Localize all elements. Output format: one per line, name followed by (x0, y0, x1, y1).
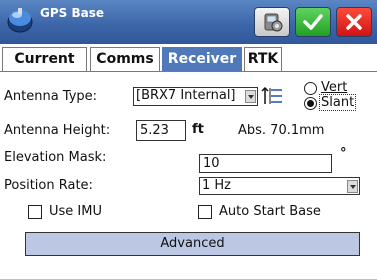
antenna-height-input[interactable]: 5.23 (136, 120, 186, 141)
gear-device-icon (264, 13, 283, 32)
tab-current[interactable]: Current (2, 47, 87, 72)
use-imu-label: Use IMU (49, 204, 102, 219)
gps-base-icon (7, 8, 33, 33)
slant-radio[interactable] (304, 97, 317, 110)
tab-bar: Current Comms Receiver RTK (0, 44, 377, 72)
antenna-list-icon[interactable] (261, 86, 283, 106)
receiver-panel: Antenna Type: [BRX7 Internal] Vert Slant… (0, 72, 377, 280)
auto-start-base-checkbox[interactable] (198, 205, 212, 219)
elevation-mask-input[interactable]: 10 (199, 154, 332, 173)
position-rate-select[interactable]: 1 Hz (199, 177, 360, 195)
close-icon (346, 14, 362, 30)
antenna-height-label: Antenna Height: (4, 123, 111, 138)
position-rate-value: 1 Hz (202, 178, 232, 193)
vert-label: Vert (321, 80, 348, 95)
tab-rtk[interactable]: RTK (244, 47, 282, 72)
antenna-type-value: [BRX7 Internal] (136, 88, 236, 103)
tab-comms[interactable]: Comms (90, 47, 160, 72)
vert-radio[interactable] (304, 82, 317, 95)
chevron-down-icon (245, 90, 256, 103)
check-icon (303, 14, 323, 30)
slant-label: Slant (319, 94, 357, 111)
close-button[interactable] (336, 7, 372, 37)
advanced-button[interactable]: Advanced (25, 232, 360, 256)
window-title: GPS Base (40, 6, 104, 20)
auto-start-base-label: Auto Start Base (219, 204, 321, 219)
title-bar: GPS Base (0, 0, 377, 44)
elevation-mask-unit: ° (340, 146, 347, 161)
position-rate-label: Position Rate: (4, 178, 93, 193)
settings-button[interactable] (254, 7, 290, 37)
antenna-type-select[interactable]: [BRX7 Internal] (133, 87, 258, 106)
use-imu-checkbox[interactable] (28, 205, 42, 219)
antenna-type-label: Antenna Type: (4, 89, 98, 104)
elevation-mask-label: Elevation Mask: (4, 150, 107, 165)
tab-receiver[interactable]: Receiver (162, 47, 242, 72)
antenna-height-absolute: Abs. 70.1mm (238, 123, 325, 138)
chevron-down-icon (347, 180, 358, 193)
ok-button[interactable] (295, 7, 331, 37)
antenna-height-unit: ft (192, 122, 204, 137)
